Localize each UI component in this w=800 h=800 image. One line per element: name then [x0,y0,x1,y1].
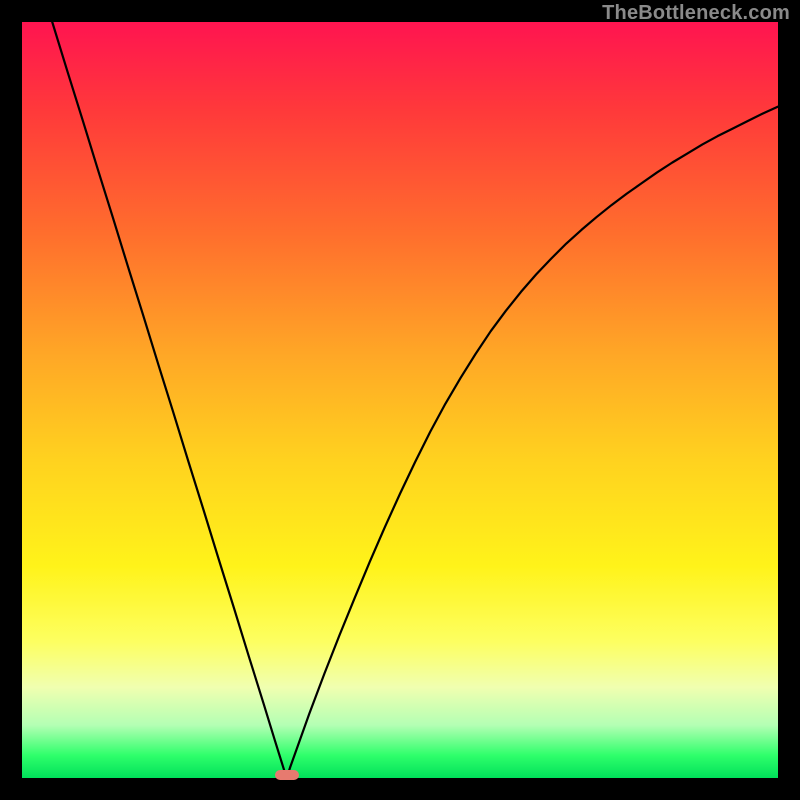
curve-svg [22,22,778,778]
bottleneck-curve [52,22,778,778]
plot-area [22,22,778,778]
minimum-marker [275,770,299,780]
chart-frame: TheBottleneck.com [0,0,800,800]
